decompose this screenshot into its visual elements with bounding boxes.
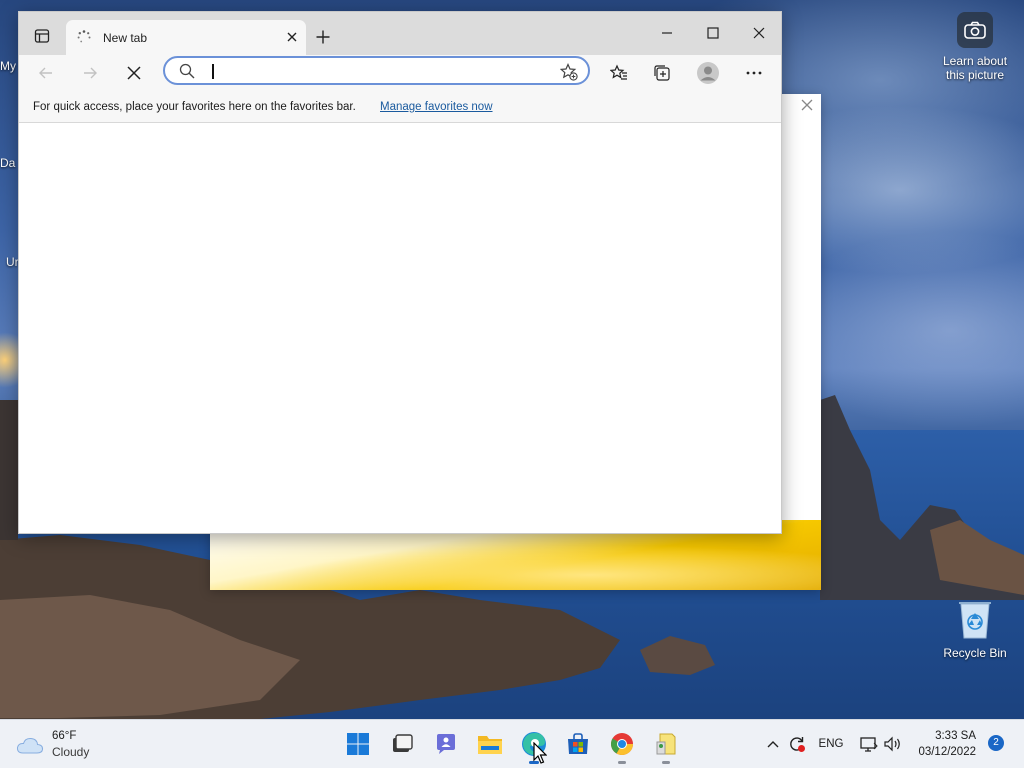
loading-spinner-icon — [76, 29, 92, 45]
forward-icon[interactable] — [75, 59, 105, 87]
learn-about-picture-icon[interactable]: Learn about this picture — [935, 12, 1015, 82]
taskbar: 66°F Cloudy ENG 3:33 SA 03/12/2022 2 — [0, 719, 1024, 768]
running-indicator — [662, 761, 670, 764]
mouse-pointer-icon — [533, 742, 547, 764]
close-icon[interactable] — [801, 98, 813, 114]
collections-icon[interactable] — [647, 59, 677, 87]
stop-loading-icon[interactable] — [119, 59, 149, 87]
recycle-bin-graphic-icon — [956, 598, 994, 640]
favorites-bar-message: For quick access, place your favorites h… — [33, 101, 356, 113]
add-favorite-icon[interactable] — [559, 63, 578, 84]
recycle-bin-label: Recycle Bin — [943, 646, 1007, 660]
show-hidden-icons-chevron-up-icon[interactable] — [765, 734, 781, 754]
close-tab-icon[interactable] — [284, 29, 300, 45]
more-options-icon[interactable] — [739, 59, 769, 87]
profile-avatar-icon[interactable] — [693, 59, 723, 87]
camera-icon — [957, 12, 993, 48]
manage-favorites-link[interactable]: Manage favorites now — [380, 101, 493, 113]
task-view-icon[interactable] — [388, 730, 416, 758]
tab-title: New tab — [103, 31, 148, 45]
address-input[interactable] — [209, 61, 549, 81]
network-icon[interactable] — [859, 734, 879, 754]
tab-actions-icon[interactable] — [28, 24, 56, 48]
cloud-icon — [16, 737, 44, 754]
weather-temperature: 66°F — [52, 730, 77, 742]
sync-alert-icon[interactable] — [787, 734, 807, 754]
search-icon — [179, 63, 195, 82]
clock-date: 03/12/2022 — [918, 746, 976, 758]
chrome-icon[interactable] — [608, 730, 636, 764]
favorites-bar: For quick access, place your favorites h… — [19, 91, 781, 123]
address-bar[interactable] — [163, 56, 590, 85]
language-indicator[interactable]: ENG — [818, 734, 844, 754]
browser-window: New tab For quick access, place your fav… — [18, 11, 782, 534]
back-icon[interactable] — [31, 59, 61, 87]
desktop-edge-label[interactable]: My — [0, 59, 16, 73]
text-caret — [212, 64, 214, 79]
document-app-icon[interactable] — [652, 730, 680, 764]
file-explorer-icon[interactable] — [476, 730, 504, 758]
chat-icon[interactable] — [432, 730, 460, 758]
minimize-icon[interactable] — [645, 20, 689, 46]
start-button-icon[interactable] — [344, 730, 372, 758]
maximize-icon[interactable] — [691, 20, 735, 46]
weather-condition: Cloudy — [52, 745, 90, 759]
volume-icon[interactable] — [883, 734, 903, 754]
tab-strip: New tab — [19, 12, 781, 55]
desktop-edge-label[interactable]: Ur — [6, 255, 19, 269]
system-clock[interactable]: 3:33 SA 03/12/2022 — [918, 728, 976, 760]
tab-new-tab[interactable]: New tab — [66, 20, 306, 55]
new-tab-plus-icon[interactable] — [312, 26, 334, 48]
favorites-icon[interactable] — [604, 59, 634, 87]
clock-time: 3:33 SA — [935, 730, 976, 742]
learn-about-label: Learn about this picture — [942, 54, 1008, 82]
running-indicator — [618, 761, 626, 764]
desktop-edge-label[interactable]: Da — [0, 156, 15, 170]
navigation-toolbar — [19, 55, 781, 91]
notification-count-badge[interactable]: 2 — [988, 735, 1004, 751]
close-window-icon[interactable] — [737, 20, 781, 46]
page-content[interactable] — [19, 123, 781, 533]
microsoft-store-icon[interactable] — [564, 730, 592, 758]
recycle-bin-icon[interactable]: Recycle Bin — [935, 598, 1015, 660]
